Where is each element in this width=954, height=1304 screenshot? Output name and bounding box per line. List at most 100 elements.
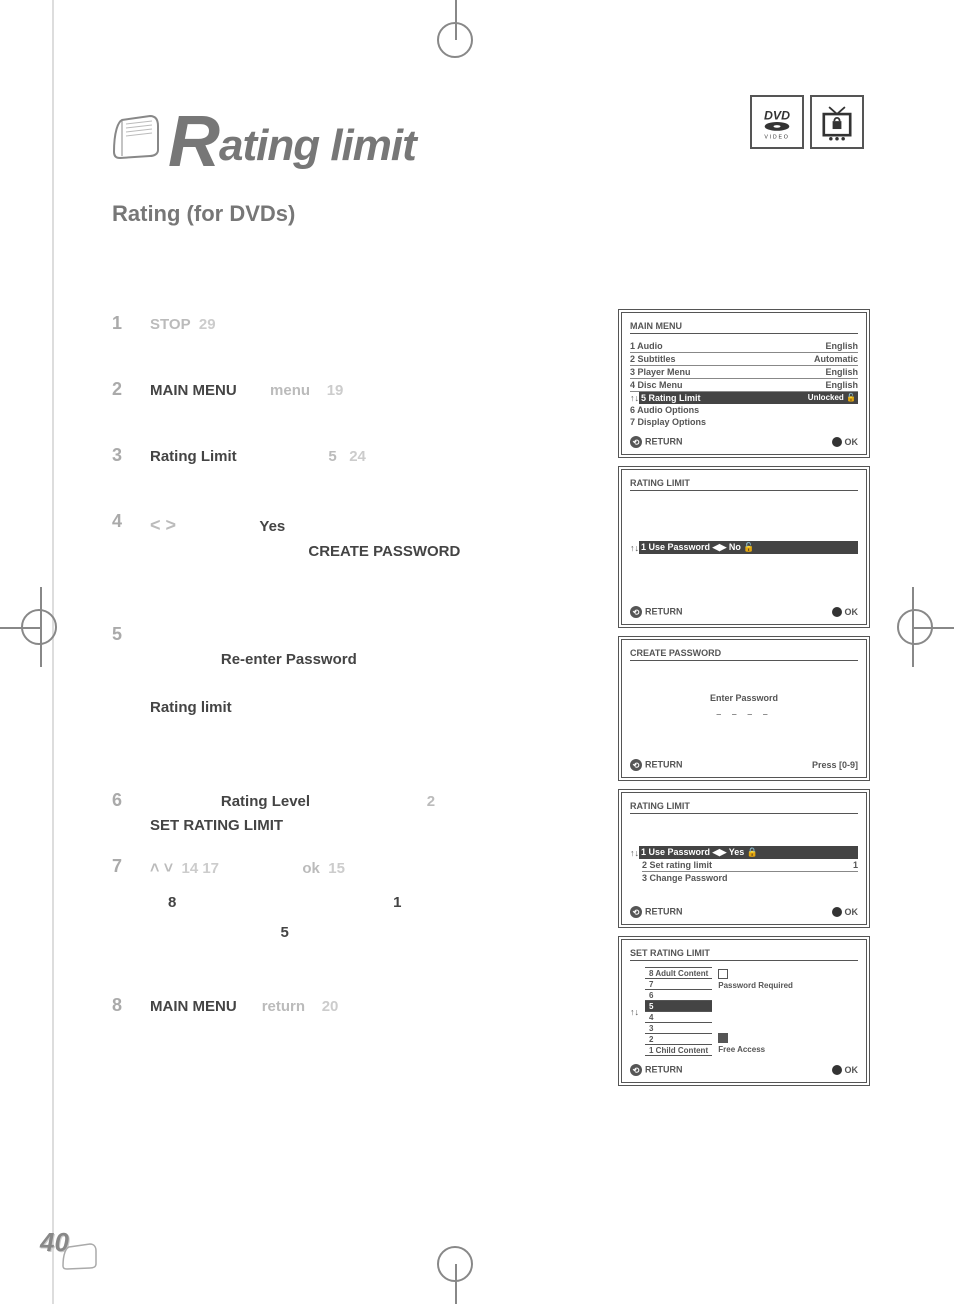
level-item: 2: [645, 1034, 712, 1045]
ok-dot-icon: [832, 907, 842, 917]
return-label: RETURN: [645, 1065, 683, 1075]
ok-dot-icon: [832, 1065, 842, 1075]
menu-item: 3 Player Menu: [630, 367, 825, 377]
eight-text: 8: [168, 894, 176, 911]
book-icon: [112, 112, 162, 160]
step-number: 2: [112, 379, 132, 403]
page-title: Rating limit: [168, 95, 416, 177]
screen-main-menu: MAIN MENU 1 AudioEnglish 2 SubtitlesAuto…: [618, 309, 870, 458]
enter-password-label: Enter Password: [630, 693, 858, 703]
rating-level-text: Rating Level: [221, 793, 310, 810]
crop-mark: [897, 609, 933, 645]
crop-mark: [437, 22, 473, 58]
rating-limit-text: Rating Limit: [150, 448, 237, 465]
updown-arrows-icon: ↑↓: [630, 543, 639, 553]
step-number: 1: [112, 313, 132, 337]
ok-dot-icon: [832, 607, 842, 617]
menu-item: 6 Audio Options: [630, 405, 858, 415]
menu-item-selected: 1 Use Password ◀▶ No 🔓: [641, 542, 856, 553]
checkbox-icon: [718, 969, 728, 979]
level-item: 7: [645, 979, 712, 990]
ok-label: OK: [845, 437, 859, 447]
dvd-video-logo: DVDVIDEO: [750, 95, 804, 149]
up-down-arrows-icon: ˄ ˅: [150, 860, 173, 877]
checkbox-filled-icon: [718, 1033, 728, 1043]
menu-value: 1: [853, 860, 858, 870]
ok-label: OK: [845, 907, 859, 917]
crop-mark: [437, 1246, 473, 1282]
return-label: RETURN: [645, 607, 683, 617]
step-number: 7: [112, 856, 132, 946]
return-label: RETURN: [645, 437, 683, 447]
return-label: RETURN: [645, 907, 683, 917]
ok-label: OK: [845, 1065, 859, 1075]
updown-arrows-icon: ↑↓: [630, 393, 639, 403]
stop-keyword: STOP: [150, 316, 191, 333]
step-number: 3: [112, 445, 132, 469]
page-ref: 20: [322, 998, 339, 1015]
level-item: 1 Child Content: [645, 1045, 712, 1056]
screen-title: MAIN MENU: [630, 321, 858, 334]
section-subtitle: Rating (for DVDs): [112, 201, 864, 227]
menu-value: Unlocked 🔓: [808, 393, 856, 403]
reenter-password-text: Re-enter Password: [221, 651, 357, 668]
left-right-arrows-icon: < >: [150, 515, 176, 535]
return-keyword: return: [262, 998, 305, 1015]
main-menu-text: MAIN MENU: [150, 998, 237, 1015]
screen-title: CREATE PASSWORD: [630, 648, 858, 661]
page-ref: 19: [327, 382, 344, 399]
updown-arrows-icon: ↑↓: [630, 848, 639, 858]
five-text: 5: [328, 448, 336, 465]
screen-title: SET RATING LIMIT: [630, 948, 858, 961]
screen-rating-limit-yes: RATING LIMIT ↑↓ 1 Use Password ◀▶ Yes 🔒 …: [618, 789, 870, 928]
title-cap: R: [168, 101, 219, 183]
return-icon: ⟲: [630, 436, 642, 448]
menu-value: English: [825, 380, 858, 390]
step-number: 8: [112, 995, 132, 1019]
page-ref: 15: [328, 860, 345, 877]
menu-item: 7 Display Options: [630, 417, 858, 427]
password-required-label: Password Required: [718, 981, 793, 990]
one-text: 1: [393, 894, 401, 911]
title-rest: ating limit: [219, 121, 416, 170]
menu-item: 1 Audio: [630, 341, 825, 351]
menu-item: 3 Change Password: [642, 873, 858, 883]
two-text: 2: [427, 793, 435, 810]
rating-levels: 8 Adult Content 7 6 5 4 3 2 1 Child Cont…: [645, 967, 712, 1056]
menu-keyword: menu: [270, 382, 310, 399]
level-item: 3: [645, 1023, 712, 1034]
crop-mark: [21, 609, 57, 645]
press-hint: Press [0-9]: [812, 760, 858, 770]
free-access-label: Free Access: [718, 1045, 765, 1054]
return-icon: ⟲: [630, 759, 642, 771]
main-menu-text: MAIN MENU: [150, 382, 237, 399]
screen-create-password: CREATE PASSWORD Enter Password – – – – ⟲…: [618, 636, 870, 781]
set-rating-limit-text: SET RATING LIMIT: [150, 817, 283, 834]
return-icon: ⟲: [630, 1064, 642, 1076]
return-icon: ⟲: [630, 906, 642, 918]
step-number: 4: [112, 511, 132, 564]
screen-title: RATING LIMIT: [630, 801, 858, 814]
menu-value: Automatic: [814, 354, 858, 364]
create-password-text: CREATE PASSWORD: [308, 543, 460, 560]
return-icon: ⟲: [630, 606, 642, 618]
yes-text: Yes: [259, 518, 285, 535]
updown-arrows-icon: ↑↓: [630, 1007, 639, 1017]
menu-value: English: [825, 341, 858, 351]
ok-label: OK: [845, 607, 859, 617]
menu-item-selected: 5 Rating Limit: [641, 393, 808, 403]
password-placeholder: – – – –: [630, 709, 858, 719]
screen-title: RATING LIMIT: [630, 478, 858, 491]
menu-value: English: [825, 367, 858, 377]
screen-set-rating-limit: SET RATING LIMIT ↑↓ 8 Adult Content 7 6 …: [618, 936, 870, 1086]
return-label: RETURN: [645, 760, 683, 770]
page-ref: 14 17: [181, 860, 219, 877]
menu-item: 4 Disc Menu: [630, 380, 825, 390]
svg-text:DVD: DVD: [764, 108, 790, 122]
tv-lock-icon: [810, 95, 864, 149]
menu-item-selected: 1 Use Password ◀▶ Yes 🔒: [641, 847, 856, 858]
level-item: 6: [645, 990, 712, 1001]
ok-keyword: ok: [302, 860, 320, 877]
five-text: 5: [281, 924, 289, 941]
page-ref: 29: [199, 316, 216, 333]
